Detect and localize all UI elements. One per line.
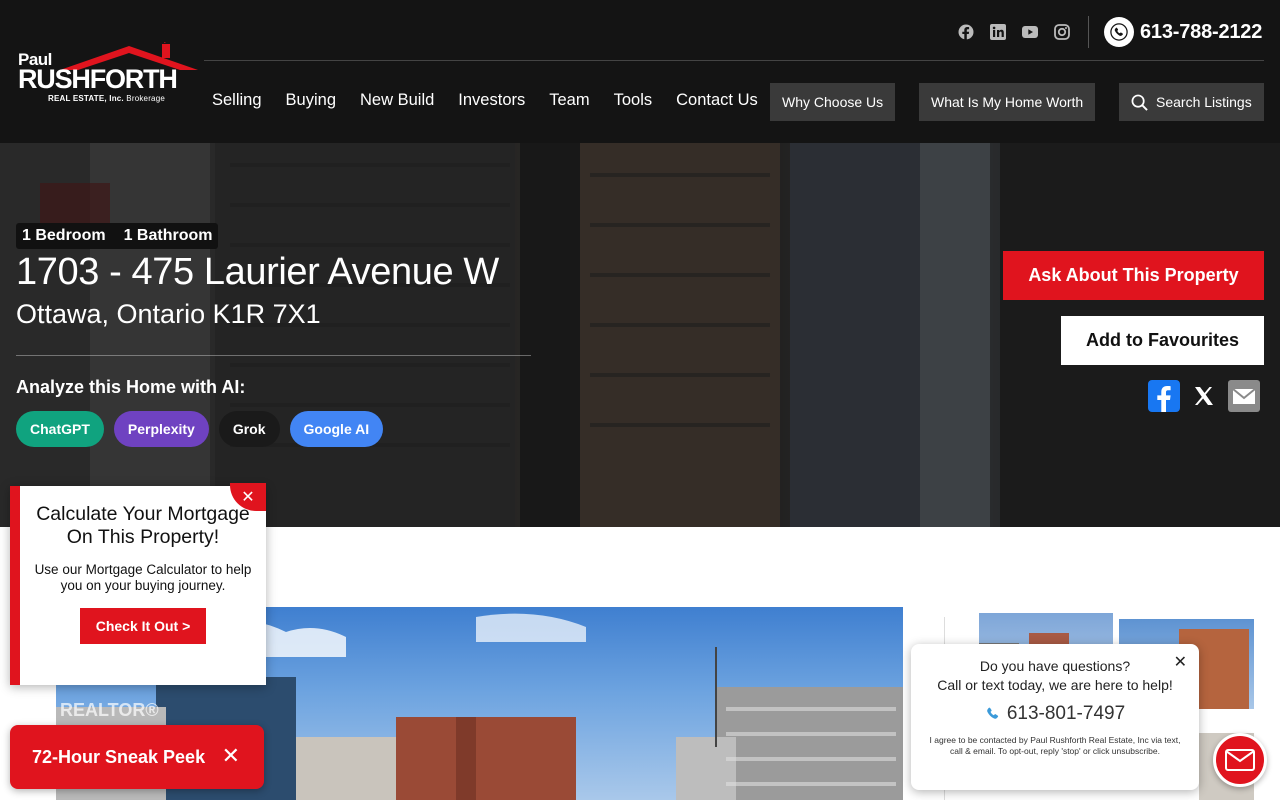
phone-icon bbox=[1104, 17, 1134, 47]
nav-investors[interactable]: Investors bbox=[458, 91, 525, 110]
sneak-peek-close-icon[interactable]: ✕ bbox=[222, 745, 240, 767]
email-share-icon[interactable] bbox=[1228, 380, 1260, 412]
message-chat-button[interactable] bbox=[1213, 733, 1267, 787]
search-listings-label: Search Listings bbox=[1156, 94, 1252, 110]
logo-name-main: RUSHFORTH bbox=[18, 64, 178, 94]
nav-team[interactable]: Team bbox=[549, 91, 589, 110]
check-it-out-button[interactable]: Check It Out > bbox=[79, 608, 207, 644]
ask-about-property-button[interactable]: Ask About This Property bbox=[1003, 251, 1264, 300]
chat-question: Do you have questions? bbox=[979, 658, 1131, 674]
mortgage-popup: Calculate Your Mortgage On This Property… bbox=[10, 486, 266, 685]
ai-analyze-label: Analyze this Home with AI: bbox=[16, 377, 246, 397]
chat-phone-number: 613-801-7497 bbox=[1006, 703, 1126, 724]
site-header: Paul RUSHFORTH REAL ESTATE, Inc. Brokera… bbox=[0, 0, 1280, 143]
why-choose-us-button[interactable]: Why Choose Us bbox=[770, 83, 896, 121]
mortgage-popup-body: Use our Mortgage Calculator to help you … bbox=[34, 562, 252, 593]
header-rule bbox=[204, 60, 1264, 61]
linkedin-icon[interactable] bbox=[988, 22, 1008, 42]
facebook-share-icon[interactable] bbox=[1148, 380, 1180, 412]
bed-bath-badge: 1 Bedroom 1 Bathroom bbox=[16, 223, 219, 249]
instagram-icon[interactable] bbox=[1052, 22, 1072, 42]
youtube-icon[interactable] bbox=[1020, 22, 1040, 42]
sneak-peek-label: 72-Hour Sneak Peek bbox=[32, 746, 206, 767]
listing-hero: 1 Bedroom 1 Bathroom 1703 - 475 Laurier … bbox=[0, 143, 1280, 527]
realtor-watermark: REALTOR® bbox=[60, 700, 159, 720]
ai-buttons: ChatGPT Perplexity Grok Google AI bbox=[16, 411, 384, 447]
brand-logo[interactable]: Paul RUSHFORTH REAL ESTATE, Inc. Brokera… bbox=[16, 36, 198, 108]
header-divider bbox=[1088, 16, 1089, 48]
listing-city: Ottawa, Ontario K1R 7X1 bbox=[16, 299, 321, 329]
chat-prompt: Call or text today, we are here to help! bbox=[937, 677, 1173, 693]
listing-address: 1703 - 475 Laurier Avenue W bbox=[16, 251, 499, 293]
nav-buying[interactable]: Buying bbox=[286, 91, 336, 110]
main-nav: Selling Buying New Build Investors Team … bbox=[212, 91, 782, 110]
chat-popup: ✕ Do you have questions? Call or text to… bbox=[911, 644, 1199, 790]
facebook-icon[interactable] bbox=[956, 22, 976, 42]
chat-popup-close-icon[interactable]: ✕ bbox=[1174, 652, 1187, 672]
search-icon bbox=[1131, 94, 1148, 111]
nav-contact-us[interactable]: Contact Us bbox=[676, 91, 758, 110]
chat-disclaimer: I agree to be contacted by Paul Rushfort… bbox=[929, 735, 1181, 756]
sneak-peek-banner[interactable]: 72-Hour Sneak Peek ✕ bbox=[10, 725, 264, 789]
envelope-icon bbox=[1225, 749, 1255, 771]
home-worth-button[interactable]: What Is My Home Worth bbox=[919, 83, 1096, 121]
search-listings-button[interactable]: Search Listings bbox=[1119, 83, 1264, 121]
logo-sub-b: Brokerage bbox=[126, 94, 166, 103]
grok-button[interactable]: Grok bbox=[218, 411, 280, 447]
logo-sub-a: REAL ESTATE, Inc. bbox=[48, 94, 124, 103]
phone-icon bbox=[987, 707, 998, 719]
nav-new-build[interactable]: New Build bbox=[360, 91, 434, 110]
bedroom-count: 1 Bedroom bbox=[22, 227, 106, 244]
chat-phone[interactable]: 613-801-7497 bbox=[911, 703, 1199, 725]
header-phone-number: 613-788-2122 bbox=[1140, 20, 1263, 43]
header-phone[interactable]: 613-788-2122 bbox=[1104, 17, 1262, 47]
perplexity-button[interactable]: Perplexity bbox=[113, 411, 209, 447]
share-buttons bbox=[1148, 380, 1260, 412]
nav-tools[interactable]: Tools bbox=[614, 91, 653, 110]
logo-subtitle: REAL ESTATE, Inc. Brokerage bbox=[48, 94, 165, 103]
nav-selling[interactable]: Selling bbox=[212, 91, 262, 110]
x-share-icon[interactable] bbox=[1188, 380, 1220, 412]
hero-divider bbox=[16, 355, 531, 356]
social-links bbox=[956, 22, 1072, 42]
bathroom-count: 1 Bathroom bbox=[123, 227, 213, 244]
google-ai-button[interactable]: Google AI bbox=[289, 411, 384, 447]
chatgpt-button[interactable]: ChatGPT bbox=[16, 411, 104, 447]
mortgage-popup-title: Calculate Your Mortgage On This Property… bbox=[36, 503, 250, 548]
add-to-favourites-button[interactable]: Add to Favourites bbox=[1061, 316, 1264, 365]
